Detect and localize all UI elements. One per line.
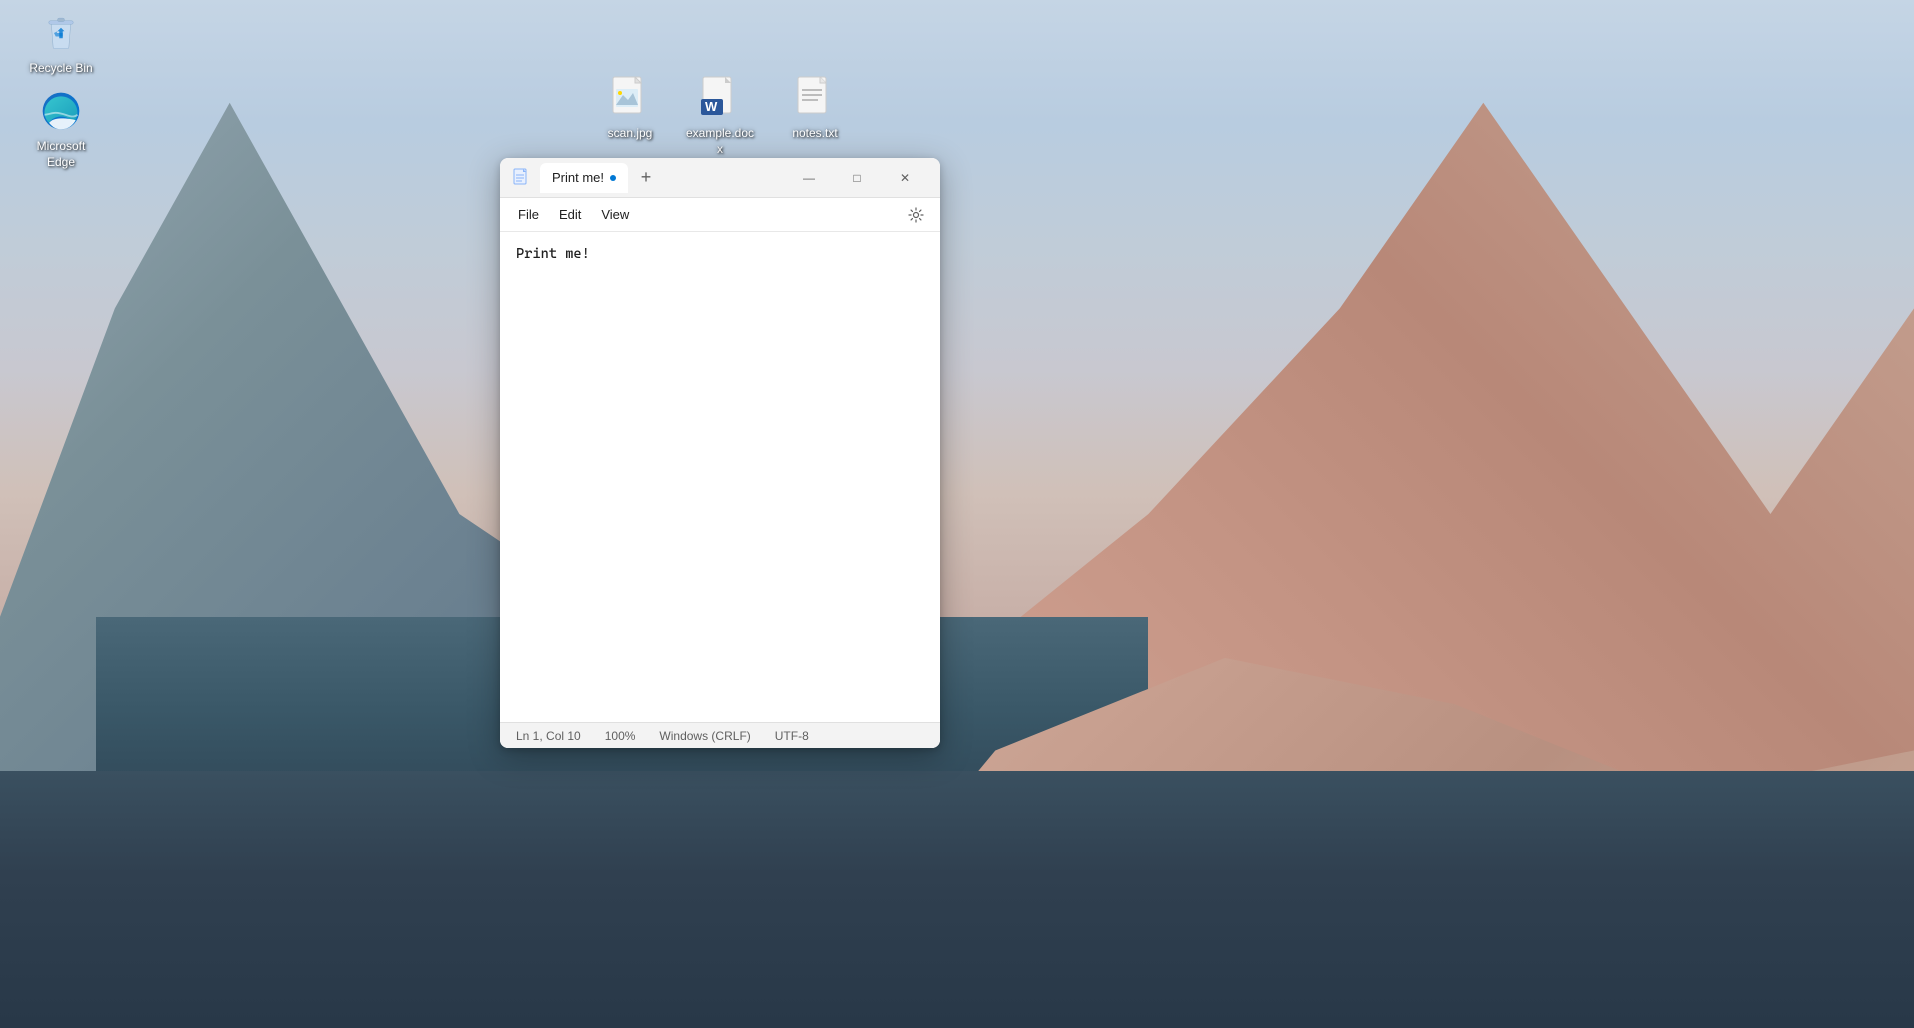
settings-button[interactable]	[900, 201, 932, 229]
recycle-bin-label: Recycle Bin	[25, 61, 97, 77]
cursor-position: Ln 1, Col 10	[516, 729, 581, 743]
notes-txt-label: notes.txt	[779, 126, 851, 142]
title-bar: Print me! + — □ ✕	[500, 158, 940, 198]
menu-file[interactable]: File	[508, 203, 549, 226]
svg-text:W: W	[705, 99, 718, 114]
window-controls: — □ ✕	[786, 162, 928, 194]
example-docx-label: example.docx	[684, 126, 756, 157]
status-bar: Ln 1, Col 10 100% Windows (CRLF) UTF-8	[500, 722, 940, 748]
edge-label: Microsoft Edge	[25, 139, 97, 170]
ground-layer	[0, 771, 1914, 1028]
notes-txt-icon	[791, 74, 839, 122]
desktop: Recycle Bin	[0, 0, 1914, 1028]
notepad-text-area[interactable]: Print me!	[500, 232, 940, 722]
minimize-button[interactable]: —	[786, 162, 832, 194]
desktop-icon-recycle-bin[interactable]: Recycle Bin	[21, 5, 101, 81]
close-button[interactable]: ✕	[882, 162, 928, 194]
desktop-icon-scan-jpg[interactable]: scan.jpg	[590, 70, 670, 146]
encoding: UTF-8	[775, 729, 809, 743]
add-tab-button[interactable]: +	[632, 164, 660, 192]
desktop-icon-microsoft-edge[interactable]: Microsoft Edge	[21, 83, 101, 174]
active-tab[interactable]: Print me!	[540, 163, 628, 193]
scan-jpg-icon	[606, 74, 654, 122]
desktop-icon-notes-txt[interactable]: notes.txt	[775, 70, 855, 146]
menu-view[interactable]: View	[591, 203, 639, 226]
maximize-button[interactable]: □	[834, 162, 880, 194]
menu-bar: File Edit View	[500, 198, 940, 232]
desktop-icon-example-docx[interactable]: W example.docx	[680, 70, 760, 161]
edge-icon	[37, 87, 85, 135]
unsaved-dot	[610, 175, 616, 181]
scan-jpg-label: scan.jpg	[594, 126, 666, 142]
notepad-text-content: Print me!	[516, 246, 590, 262]
example-docx-icon: W	[696, 74, 744, 122]
zoom-level: 100%	[605, 729, 636, 743]
tab-title: Print me!	[552, 170, 604, 185]
title-bar-tabs: Print me! +	[540, 163, 786, 193]
notepad-app-icon	[512, 168, 532, 188]
recycle-bin-icon	[37, 9, 85, 57]
menu-edit[interactable]: Edit	[549, 203, 591, 226]
line-ending: Windows (CRLF)	[659, 729, 750, 743]
notepad-window: Print me! + — □ ✕ File Edit View	[500, 158, 940, 748]
